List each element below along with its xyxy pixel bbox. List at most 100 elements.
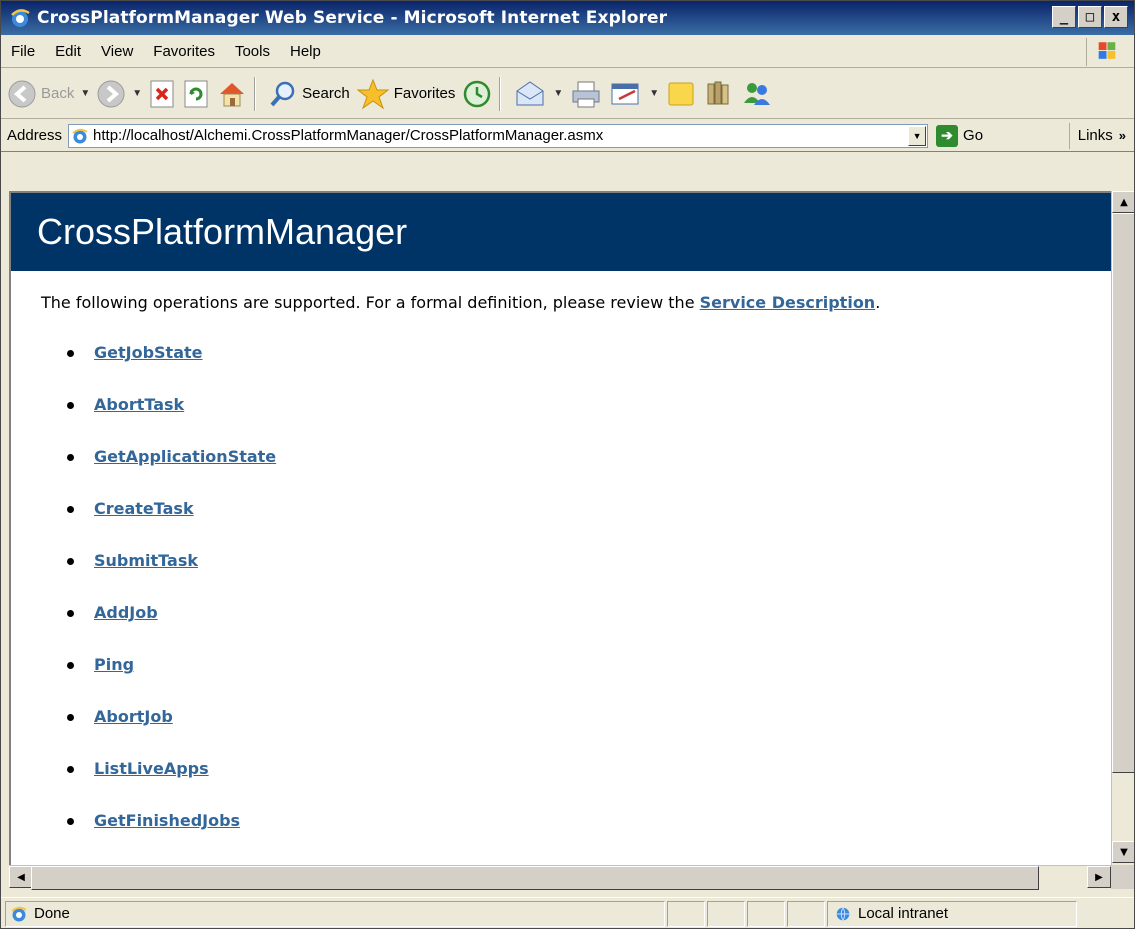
forward-arrow-icon <box>97 80 125 107</box>
history-icon <box>464 80 491 107</box>
go-arrow-icon: ➔ <box>936 124 959 147</box>
status-panel-empty <box>787 900 825 927</box>
list-item: Ping <box>67 655 276 707</box>
edit-dropdown-icon[interactable]: ▼ <box>649 88 659 99</box>
service-description-link[interactable]: Service Description <box>700 293 876 312</box>
bullet-icon <box>67 454 74 461</box>
bullet-icon <box>67 506 74 513</box>
favorites-label: Favorites <box>393 85 456 102</box>
list-item: GetJobState <box>67 343 276 395</box>
operation-link-createtask[interactable]: CreateTask <box>94 499 194 518</box>
title-bar[interactable]: CrossPlatformManager Web Service - Micro… <box>1 1 1134 35</box>
print-button[interactable] <box>569 79 603 109</box>
search-icon <box>270 81 295 106</box>
mail-dropdown-icon[interactable]: ▼ <box>553 88 563 99</box>
status-text: Done <box>34 905 70 922</box>
menu-view[interactable]: View <box>91 43 143 60</box>
address-url[interactable]: http://localhost/Alchemi.CrossPlatformMa… <box>93 127 908 144</box>
operation-link-submittask[interactable]: SubmitTask <box>94 551 198 570</box>
menu-file[interactable]: File <box>1 43 45 60</box>
operation-link-abortjob[interactable]: AbortJob <box>94 707 173 726</box>
bullet-icon <box>67 714 74 721</box>
vertical-scroll-thumb[interactable] <box>1112 213 1134 773</box>
intranet-zone-icon <box>836 906 850 921</box>
horizontal-scrollbar[interactable]: ◀ ▶ <box>9 865 1111 890</box>
go-button[interactable]: ➔ Go <box>936 124 983 147</box>
vertical-scrollbar[interactable]: ▲ ▼ <box>1111 191 1134 865</box>
home-icon <box>220 82 245 106</box>
links-label: Links <box>1077 127 1113 144</box>
operation-link-addjob[interactable]: AddJob <box>94 603 158 622</box>
mail-icon <box>516 80 544 105</box>
list-item: GetFinishedJobs <box>67 811 276 863</box>
home-button[interactable] <box>216 79 248 109</box>
horizontal-scroll-thumb[interactable] <box>31 866 1039 890</box>
edit-button[interactable]: ▼ <box>609 79 659 109</box>
operations-list: GetJobState AbortTask GetApplicationStat… <box>67 343 276 863</box>
back-dropdown-icon[interactable]: ▼ <box>80 88 90 99</box>
mail-button[interactable]: ▼ <box>513 79 563 109</box>
scroll-right-arrow-icon[interactable]: ▶ <box>1087 866 1111 888</box>
forward-button[interactable]: ▼ <box>96 79 142 109</box>
window-controls: _ □ x <box>1052 6 1128 28</box>
address-dropdown-icon[interactable]: ▼ <box>908 125 927 146</box>
stop-button[interactable] <box>148 79 176 109</box>
edit-page-icon <box>611 83 639 104</box>
operation-link-getjobstate[interactable]: GetJobState <box>94 343 203 362</box>
operation-link-listliveapps[interactable]: ListLiveApps <box>94 759 209 778</box>
operation-link-getapplicationstate[interactable]: GetApplicationState <box>94 447 276 466</box>
address-label: Address <box>7 127 63 144</box>
list-item: AbortTask <box>67 395 276 447</box>
operation-link-getfinishedjobs[interactable]: GetFinishedJobs <box>94 811 240 830</box>
favorites-button[interactable]: Favorites <box>356 78 456 110</box>
operation-link-aborttask[interactable]: AbortTask <box>94 395 184 414</box>
links-button[interactable]: Links » <box>1068 122 1126 149</box>
list-item: SubmitTask <box>67 551 276 603</box>
refresh-icon <box>184 80 208 107</box>
scroll-down-arrow-icon[interactable]: ▼ <box>1112 841 1134 863</box>
scroll-up-arrow-icon[interactable]: ▲ <box>1112 191 1134 213</box>
list-item: ListLiveApps <box>67 759 276 811</box>
search-label: Search <box>302 85 350 102</box>
back-arrow-icon <box>8 80 36 107</box>
service-banner: CrossPlatformManager <box>11 193 1111 271</box>
status-panel: Done <box>5 900 665 927</box>
security-zone-panel[interactable]: Local intranet <box>827 900 1077 927</box>
forward-dropdown-icon[interactable]: ▼ <box>132 88 142 99</box>
search-button[interactable]: Search <box>268 79 350 109</box>
research-books-icon <box>707 81 729 104</box>
history-button[interactable] <box>461 79 493 109</box>
status-panel-empty <box>747 900 785 927</box>
toolbar-separator <box>499 76 502 111</box>
maximize-button[interactable]: □ <box>1078 6 1102 28</box>
page-content: CrossPlatformManager The following opera… <box>9 191 1111 865</box>
back-button[interactable]: Back ▼ <box>7 79 90 109</box>
research-button[interactable] <box>703 79 735 109</box>
refresh-button[interactable] <box>182 79 210 109</box>
menu-help[interactable]: Help <box>280 43 331 60</box>
scroll-left-arrow-icon[interactable]: ◀ <box>9 866 33 888</box>
bullet-icon <box>67 662 74 669</box>
menu-favorites[interactable]: Favorites <box>143 43 225 60</box>
close-button[interactable]: x <box>1104 6 1128 28</box>
stop-icon <box>150 80 174 107</box>
address-input[interactable]: http://localhost/Alchemi.CrossPlatformMa… <box>68 123 929 148</box>
list-item: CreateTask <box>67 499 276 551</box>
toolbar-separator <box>254 76 257 111</box>
chevron-right-icon: » <box>1118 128 1126 143</box>
status-panel-empty <box>707 900 745 927</box>
menu-tools[interactable]: Tools <box>225 43 280 60</box>
menu-bar: File Edit View Favorites Tools Help <box>1 36 1134 68</box>
bullet-icon <box>67 610 74 617</box>
list-item: AbortJob <box>67 707 276 759</box>
operation-link-ping[interactable]: Ping <box>94 655 134 674</box>
minimize-button[interactable]: _ <box>1052 6 1076 28</box>
messenger-button[interactable] <box>741 79 773 109</box>
menu-edit[interactable]: Edit <box>45 43 91 60</box>
back-label: Back <box>41 85 75 102</box>
ie-logo-icon <box>11 9 30 27</box>
intro-text-after: . <box>875 293 881 312</box>
discuss-button[interactable] <box>665 79 697 109</box>
page-ie-icon <box>72 128 88 143</box>
windows-logo-icon <box>1086 38 1116 66</box>
